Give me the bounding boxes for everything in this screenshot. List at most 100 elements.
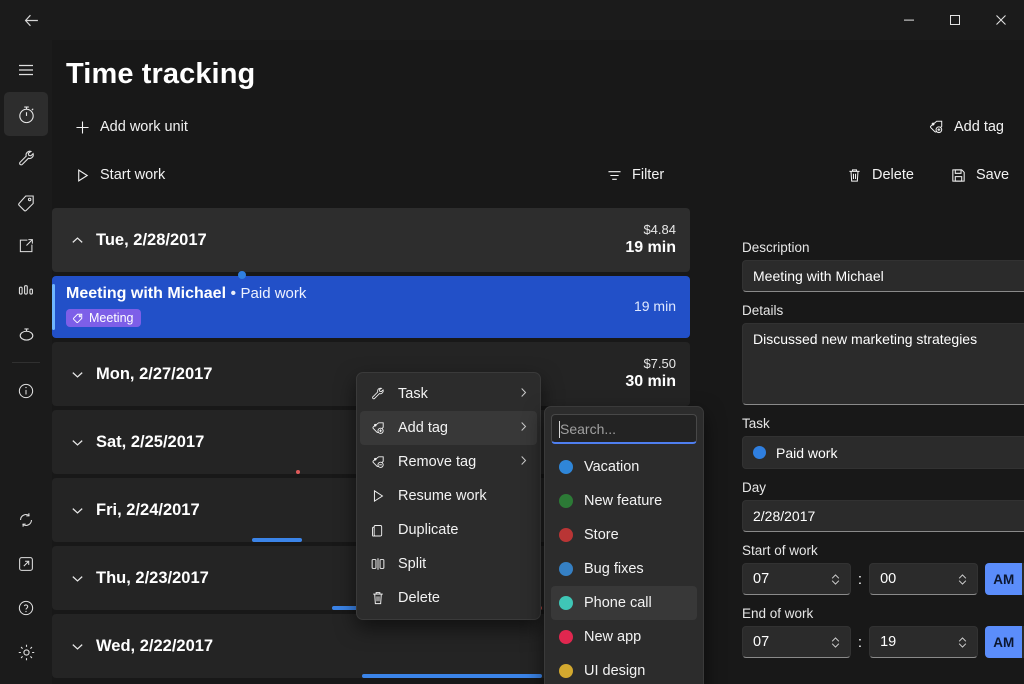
chevron-down-icon[interactable]	[66, 367, 88, 382]
sidebar-item-timer[interactable]	[4, 312, 48, 356]
save-button[interactable]: Save	[942, 158, 1017, 192]
end-am-option[interactable]: AM	[984, 626, 1023, 658]
work-unit-tag-chip[interactable]: Meeting	[66, 309, 142, 327]
end-hour-stepper[interactable]: 07	[742, 626, 851, 658]
back-button[interactable]	[8, 4, 54, 36]
context-menu-item-duplicate[interactable]: Duplicate	[360, 513, 537, 547]
start-hour-stepper[interactable]: 07	[742, 563, 851, 595]
tag-color-dot	[559, 528, 573, 542]
start-am-option[interactable]: AM	[984, 563, 1023, 595]
end-minute-stepper[interactable]: 19	[869, 626, 978, 658]
tag-option[interactable]: Phone call	[551, 586, 697, 620]
sidebar-item-export[interactable]	[4, 224, 48, 268]
day-row[interactable]: Tue, 2/28/2017 $4.84 19 min	[52, 208, 690, 272]
start-minute-stepper[interactable]: 00	[869, 563, 978, 595]
timeline-segment	[252, 538, 302, 542]
details-textarea[interactable]: Discussed new marketing strategies	[742, 323, 1024, 405]
tag-icon	[72, 313, 83, 324]
start-of-work-label: Start of work	[742, 543, 818, 558]
sidebar-item-info[interactable]	[4, 369, 48, 413]
maximize-button[interactable]	[932, 0, 978, 40]
main-content: Time tracking Add work unit Start work F…	[52, 40, 1024, 684]
sidebar-item-time-tracking[interactable]	[4, 92, 48, 136]
sync-icon	[20, 513, 32, 527]
bar-chart-icon	[18, 284, 33, 295]
sidebar-item-tasks[interactable]	[4, 136, 48, 180]
day-summary: $4.84 19 min	[625, 222, 676, 258]
work-unit-row[interactable]: Meeting with Michael • Paid work 19 min …	[52, 271, 690, 338]
start-meridiem-toggle[interactable]: AM PM	[984, 563, 1024, 595]
start-minute-value: 00	[880, 571, 897, 587]
minimize-button[interactable]	[886, 0, 932, 40]
chevron-right-icon	[518, 386, 529, 402]
context-menu-item-add-tag[interactable]: Add tag	[360, 411, 537, 445]
tag-color-dot	[559, 562, 573, 576]
tag-option[interactable]: Bug fixes	[551, 552, 697, 586]
add-tag-button[interactable]: Add tag	[918, 110, 1012, 144]
rail-divider	[12, 362, 40, 363]
tag-search-input[interactable]: Search...	[551, 414, 697, 444]
sidebar-item-tags[interactable]	[4, 180, 48, 224]
save-icon	[952, 168, 965, 182]
stepper-updown-icon[interactable]	[829, 635, 842, 650]
chevron-down-icon[interactable]	[66, 503, 88, 518]
tag-submenu[interactable]: Search... Vacation New feature Store Bug…	[544, 406, 704, 684]
sidebar-item-sync[interactable]	[4, 498, 48, 542]
filter-icon	[608, 170, 621, 180]
timer-icon	[19, 327, 33, 341]
chevron-down-icon[interactable]	[66, 639, 88, 654]
tag-option[interactable]: Vacation	[551, 450, 697, 484]
day-date-input[interactable]: 2/28/2017	[742, 500, 1024, 532]
context-menu[interactable]: Task Add tag Remove tag Resume work Dupl…	[356, 372, 541, 620]
tag-option[interactable]: UI design	[551, 654, 697, 684]
delete-button[interactable]: Delete	[838, 158, 922, 192]
tag-option[interactable]: Store	[551, 518, 697, 552]
command-bar: Add work unit Start work Filter Add tag	[52, 110, 1024, 202]
sidebar-item-settings[interactable]	[4, 630, 48, 674]
close-button[interactable]	[978, 0, 1024, 40]
save-label: Save	[976, 167, 1010, 183]
sidebar-item-menu[interactable]	[4, 48, 48, 92]
plus-icon	[76, 120, 89, 134]
sidebar-item-help[interactable]	[4, 586, 48, 630]
sidebar-item-share[interactable]	[4, 542, 48, 586]
add-work-unit-button[interactable]: Add work unit	[66, 110, 196, 144]
start-time-colon: :	[857, 570, 863, 588]
details-panel: Description Meeting with Michael Details…	[742, 240, 1024, 684]
stepper-updown-icon[interactable]	[956, 635, 969, 650]
end-meridiem-toggle[interactable]: AM PM	[984, 626, 1024, 658]
sidebar-item-statistics[interactable]	[4, 268, 48, 312]
context-menu-item-remove-tag[interactable]: Remove tag	[360, 445, 537, 479]
task-select[interactable]: Paid work	[742, 436, 1024, 469]
chevron-right-icon	[518, 420, 529, 436]
page-title: Time tracking	[66, 58, 256, 90]
add-tag-label: Add tag	[954, 119, 1004, 135]
filter-button[interactable]: Filter	[598, 158, 672, 192]
day-label: Wed, 2/22/2017	[96, 636, 214, 655]
tag-icon	[17, 194, 34, 211]
tag-option[interactable]: New feature	[551, 484, 697, 518]
chevron-up-icon[interactable]	[66, 233, 88, 248]
day-label: Sat, 2/25/2017	[96, 432, 205, 451]
tag-option[interactable]: New app	[551, 620, 697, 654]
tag-remove-icon	[369, 454, 386, 471]
work-unit-duration: 19 min	[633, 298, 676, 314]
day-field-label: Day	[742, 480, 767, 495]
context-menu-item-split[interactable]: Split	[360, 547, 537, 581]
end-time-row: 07 : 19 AM PM	[742, 626, 1024, 658]
stepper-updown-icon[interactable]	[956, 572, 969, 587]
chevron-down-icon[interactable]	[66, 435, 88, 450]
timeline-segment	[296, 470, 300, 474]
tag-option-label: Vacation	[584, 459, 640, 475]
play-icon	[369, 488, 386, 504]
gear-icon	[18, 644, 34, 660]
start-work-button[interactable]: Start work	[66, 158, 173, 192]
description-input[interactable]: Meeting with Michael	[742, 260, 1024, 292]
context-menu-item-resume-work[interactable]: Resume work	[360, 479, 537, 513]
context-menu-item-task[interactable]: Task	[360, 377, 537, 411]
chevron-right-icon	[518, 454, 529, 470]
context-menu-item-delete[interactable]: Delete	[360, 581, 537, 615]
stepper-updown-icon[interactable]	[829, 572, 842, 587]
chevron-down-icon[interactable]	[66, 571, 88, 586]
end-time-colon: :	[857, 633, 863, 651]
